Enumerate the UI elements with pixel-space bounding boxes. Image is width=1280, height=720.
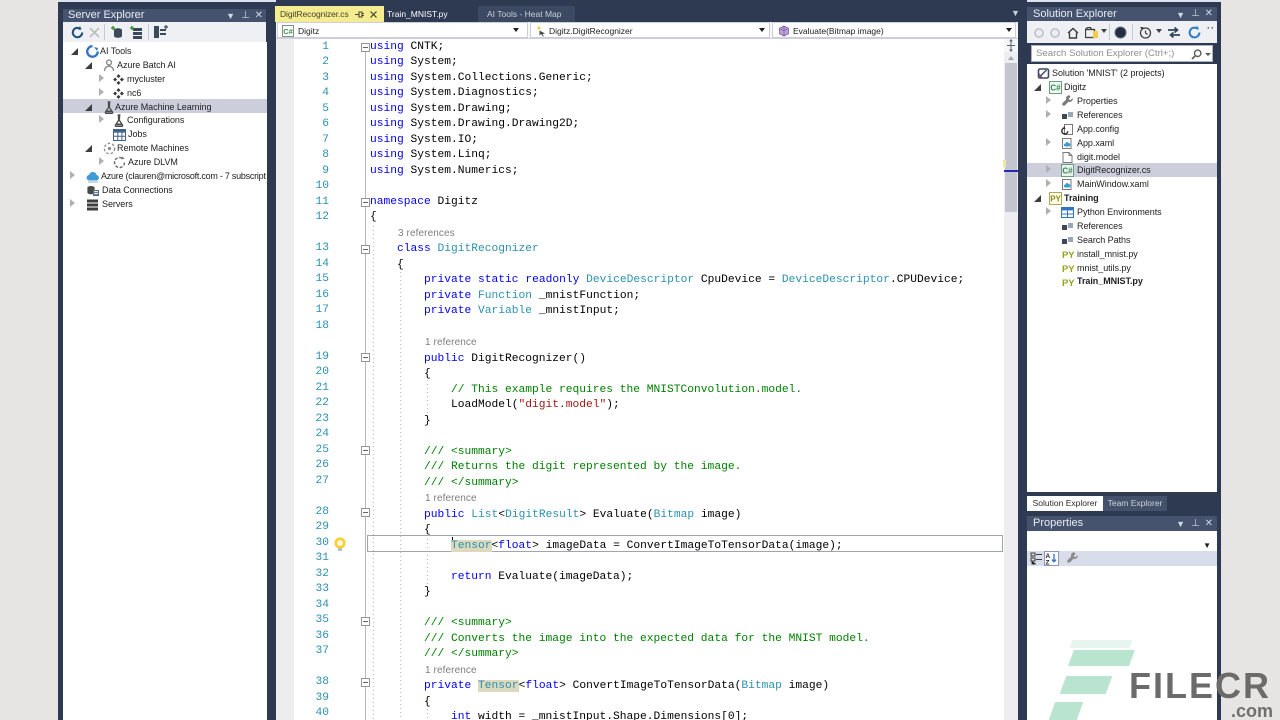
- svg-text:Z: Z: [1046, 560, 1050, 566]
- svg-text:C#: C#: [283, 27, 293, 36]
- svg-text:C#: C#: [1050, 83, 1061, 92]
- svg-text:PY: PY: [1062, 250, 1075, 260]
- svg-text:PY: PY: [1062, 264, 1075, 274]
- svg-text:PY: PY: [1050, 194, 1061, 203]
- svg-text:PY: PY: [1062, 278, 1075, 288]
- svg-text:C#: C#: [1062, 166, 1073, 175]
